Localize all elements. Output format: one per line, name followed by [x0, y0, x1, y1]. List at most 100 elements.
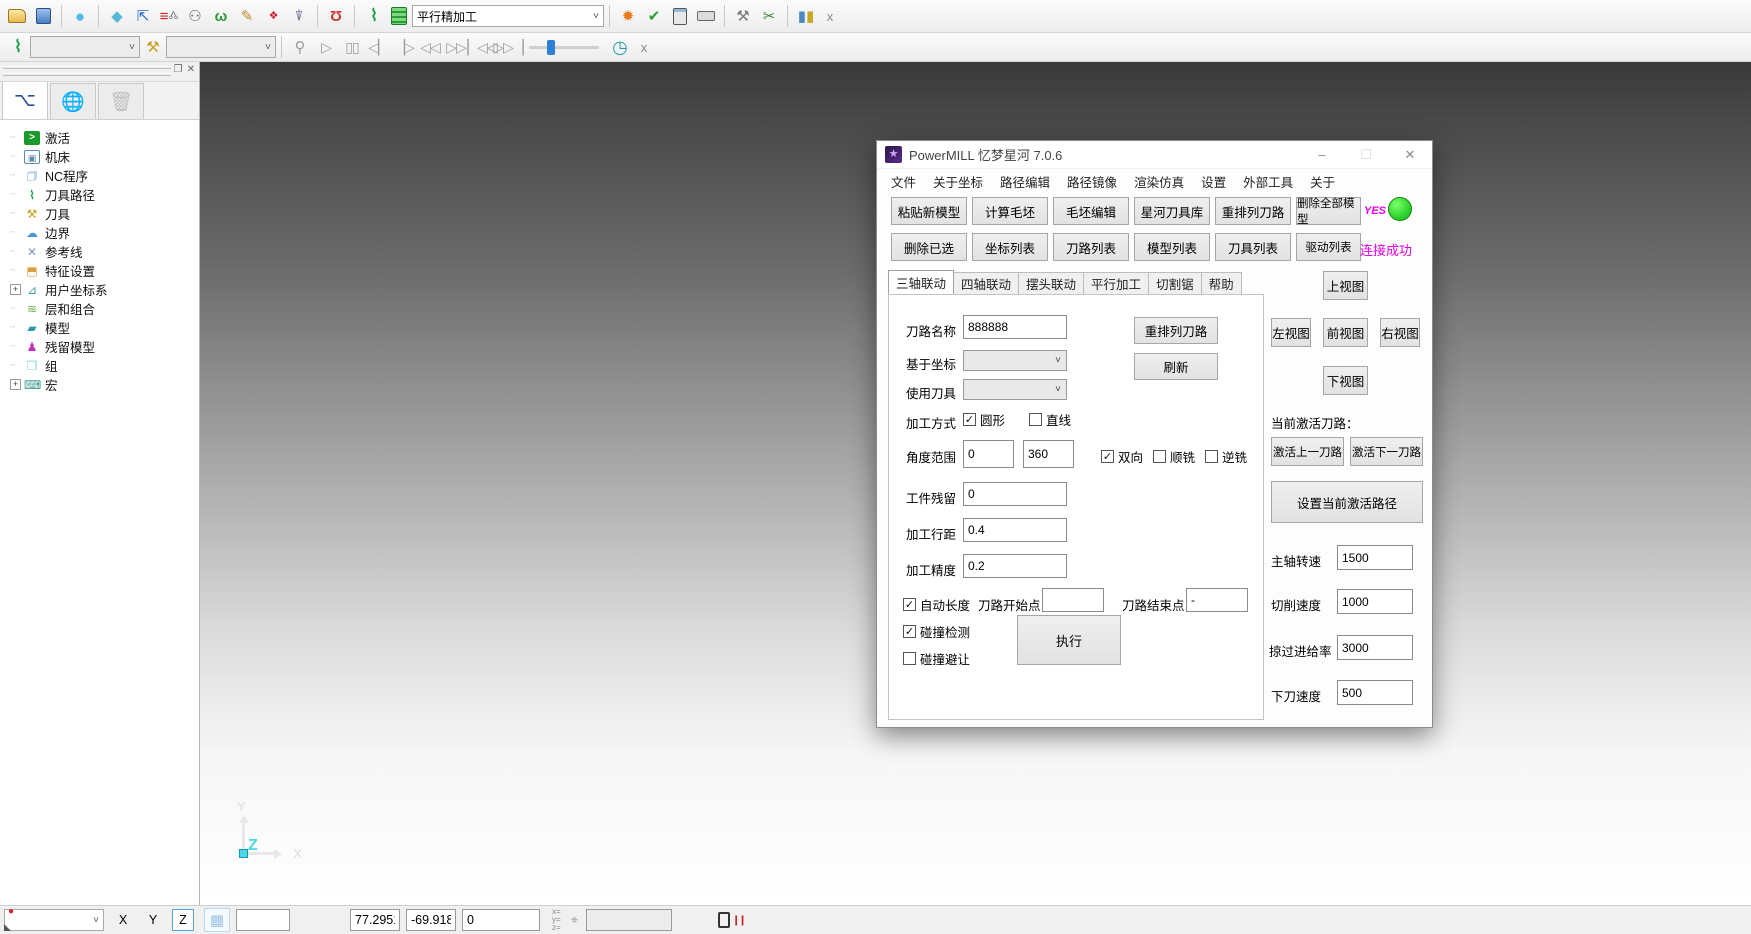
tool-list-button[interactable]: 刀具列表	[1215, 233, 1291, 261]
tree-item-workplanes[interactable]: +⊿用户坐标系	[10, 280, 199, 299]
tolerance-input[interactable]	[963, 554, 1067, 578]
delete-selected-button[interactable]: 删除已选	[891, 233, 967, 261]
explorer-close-icon[interactable]: ✕	[184, 64, 198, 75]
tool-holder-icon[interactable]: Ʊ	[323, 3, 349, 29]
menu-file[interactable]: 文件	[891, 172, 916, 191]
feature-set-icon[interactable]: ⍒	[286, 3, 312, 29]
collision-check-icon[interactable]: ✹	[615, 3, 641, 29]
tree-item-models[interactable]: ┈▰模型	[10, 318, 199, 337]
refresh-button[interactable]: 刷新	[1134, 353, 1218, 380]
pause-icon[interactable]: ▯▯	[339, 34, 365, 60]
strategy-combobox[interactable]: 平行精加工 ˅	[412, 5, 604, 27]
tree-item-levels[interactable]: ┈≋层和组合	[10, 299, 199, 318]
base-coord-combobox[interactable]: ˅	[963, 350, 1067, 371]
tree-item-featuresets[interactable]: ┈⬒特征设置	[10, 261, 199, 280]
sim-speed-slider[interactable]	[529, 46, 599, 49]
cutting-speed-input[interactable]	[1337, 589, 1413, 614]
search-forward-icon[interactable]: ▷▷	[443, 34, 469, 60]
explorer-float-icon[interactable]: ❐	[171, 64, 185, 75]
sim-speed-slider-handle[interactable]	[547, 40, 555, 55]
tool-icon[interactable]: ⚇	[182, 3, 208, 29]
measure-icon[interactable]	[693, 3, 719, 29]
save-project-icon[interactable]	[30, 3, 56, 29]
reorder-toolpaths-button[interactable]: 重排列刀路	[1215, 197, 1291, 225]
close-button[interactable]: ✕	[1388, 141, 1432, 168]
tree-item-tools[interactable]: ┈⚒刀具	[10, 204, 199, 223]
grid-size-input[interactable]	[236, 909, 290, 931]
tab-help[interactable]: 帮助	[1201, 272, 1242, 294]
menu-render-sim[interactable]: 渲染仿真	[1134, 172, 1184, 191]
tab-swivel[interactable]: 摆头联动	[1018, 272, 1084, 294]
view-bottom-button[interactable]: 下视图	[1323, 366, 1368, 395]
explorer-tab-tree[interactable]: ⌥	[2, 81, 48, 119]
tree-item-stockmodels[interactable]: ┈♟残留模型	[10, 337, 199, 356]
open-project-icon[interactable]	[4, 3, 30, 29]
tool-library-button[interactable]: 星河刀具库	[1134, 197, 1210, 225]
menu-settings[interactable]: 设置	[1201, 172, 1226, 191]
tab-4axis[interactable]: 四轴联动	[953, 272, 1019, 294]
explorer-tab-globe[interactable]: 🌐	[50, 83, 96, 119]
grid-toggle-button[interactable]: ▦	[204, 908, 230, 932]
tree-item-groups[interactable]: ┈❒组	[10, 356, 199, 375]
toolbar-close-icon[interactable]: x	[819, 5, 841, 27]
menu-about-coord[interactable]: 关于坐标	[933, 172, 983, 191]
block-icon[interactable]: ◆	[104, 3, 130, 29]
model-list-button[interactable]: 模型列表	[1134, 233, 1210, 261]
points-icon[interactable]: ❖	[260, 3, 286, 29]
tab-3axis[interactable]: 三轴联动	[888, 270, 954, 294]
boundary-icon[interactable]: ω	[208, 3, 234, 29]
tree-item-macros[interactable]: +⌨宏	[10, 375, 199, 394]
activate-next-toolpath-button[interactable]: 激活下一刀路	[1350, 437, 1423, 466]
conventional-mill-checkbox[interactable]: 逆铣	[1205, 447, 1247, 466]
toolpath-end-input[interactable]	[1186, 588, 1248, 612]
dialog-titlebar[interactable]: ★ PowerMILL 忆梦星河 7.0.6 – ☐ ✕	[877, 141, 1432, 169]
drive-list-button[interactable]: 驱动列表	[1296, 233, 1361, 261]
maximize-button[interactable]: ☐	[1344, 141, 1388, 168]
coord-x-input[interactable]	[350, 909, 400, 931]
calculator-icon[interactable]	[667, 3, 693, 29]
pattern-icon[interactable]: ✎	[234, 3, 260, 29]
menu-external-tools[interactable]: 外部工具	[1243, 172, 1293, 191]
spindle-speed-input[interactable]	[1337, 545, 1413, 570]
play-icon[interactable]: ▷	[313, 34, 339, 60]
lamp-icon[interactable]: ⚲	[287, 34, 313, 60]
go-end-icon[interactable]: ▷▷▕	[495, 34, 521, 60]
tree-item-toolpaths[interactable]: ┈⌇刀具路径	[10, 185, 199, 204]
set-active-path-button[interactable]: 设置当前激活路径	[1271, 481, 1423, 523]
sim-toolpath-combobox[interactable]: ˅	[30, 36, 140, 58]
angle-from-input[interactable]	[963, 440, 1014, 468]
coord-z-input[interactable]	[462, 909, 540, 931]
calc-block-button[interactable]: 计算毛坯	[972, 197, 1048, 225]
viewmill-icon[interactable]: ●	[67, 3, 93, 29]
mode-circle-checkbox[interactable]: 圆形	[963, 410, 1005, 429]
paste-new-model-button[interactable]: 粘贴新模型	[891, 197, 967, 225]
simulate-verify-icon[interactable]: ✔	[641, 3, 667, 29]
tree-item-activate[interactable]: ┈>激活	[10, 128, 199, 147]
go-start-icon[interactable]: ▏◁◁	[469, 34, 495, 60]
menu-about[interactable]: 关于	[1310, 172, 1335, 191]
collision-avoid-checkbox[interactable]: 碰撞避让	[903, 649, 970, 668]
toolpath-list-button[interactable]: 刀路列表	[1053, 233, 1129, 261]
execute-button[interactable]: 执行	[1017, 615, 1121, 665]
clock-icon[interactable]: ◷	[607, 34, 633, 60]
use-tool-combobox[interactable]: ˅	[963, 379, 1067, 400]
minimize-button[interactable]: –	[1300, 141, 1344, 168]
view-left-button[interactable]: 左视图	[1271, 318, 1311, 347]
post-process-icon[interactable]: ✂	[756, 3, 782, 29]
coord-list-button[interactable]: 坐标列表	[972, 233, 1048, 261]
clipboard-pause-icon[interactable]	[718, 912, 730, 928]
climb-mill-checkbox[interactable]: 顺铣	[1153, 447, 1195, 466]
tree-item-ncprogram[interactable]: ┈🗇NC程序	[10, 166, 199, 185]
search-back-icon[interactable]: ◁◁	[417, 34, 443, 60]
tree-item-machine[interactable]: ┈▣机床	[10, 147, 199, 166]
toolpath-name-input[interactable]	[963, 315, 1067, 339]
tab-saw[interactable]: 切割锯	[1148, 272, 1202, 294]
step-forward-icon[interactable]: ▕▷	[391, 34, 417, 60]
toolpath-start-input[interactable]	[1042, 588, 1104, 612]
mode-line-checkbox[interactable]: 直线	[1029, 410, 1071, 429]
strategy-list-icon[interactable]	[386, 3, 412, 29]
expand-icon[interactable]: +	[10, 284, 21, 295]
workplane-combobox[interactable]: ● ˅	[4, 909, 104, 931]
rapid-height-icon[interactable]: ⇱	[130, 3, 156, 29]
explorer-grip[interactable]: ❐ ✕	[0, 62, 199, 82]
